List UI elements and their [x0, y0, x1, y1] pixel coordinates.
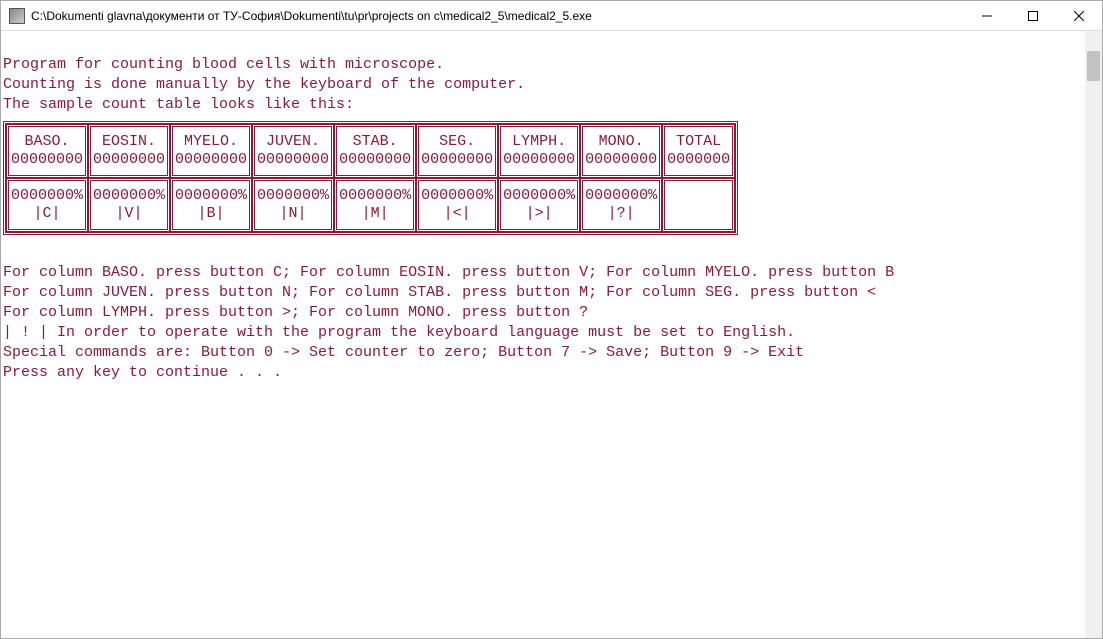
col-header-stab: STAB. 00000000	[334, 124, 416, 178]
key-hint: |C|	[11, 205, 83, 223]
key-hint: |<|	[421, 205, 493, 223]
scrollbar-thumb[interactable]	[1087, 51, 1100, 81]
header-label: LYMPH.	[503, 133, 575, 151]
maximize-button[interactable]	[1010, 1, 1056, 31]
percent-value: 0000000%	[175, 187, 247, 205]
percent-value: 0000000%	[339, 187, 411, 205]
col-header-seg: SEG. 00000000	[416, 124, 498, 178]
col-percent-stab: 0000000% |M|	[334, 178, 416, 232]
table-header-row: BASO. 00000000 EOSIN. 00000000 MYELO. 00…	[6, 124, 735, 178]
count-value: 00000000	[93, 151, 165, 169]
col-header-juven: JUVEN. 00000000	[252, 124, 334, 178]
percent-value: 0000000%	[585, 187, 657, 205]
key-hint: |N|	[257, 205, 329, 223]
key-hint: |>|	[503, 205, 575, 223]
header-label: EOSIN.	[93, 133, 165, 151]
key-hint: |V|	[93, 205, 165, 223]
count-value: 00000000	[503, 151, 575, 169]
key-hint: |?|	[585, 205, 657, 223]
header-label: BASO.	[11, 133, 83, 151]
help-text: For column BASO. press button C; For col…	[1, 239, 1102, 387]
header-label: TOTAL	[667, 133, 730, 151]
titlebar: C:\Dokumenti glavna\документи от ТУ-Софи…	[1, 1, 1102, 31]
col-header-total: TOTAL 0000000	[662, 124, 735, 178]
client-area: Program for counting blood cells with mi…	[1, 31, 1102, 638]
help-line-6: Press any key to continue . . .	[3, 364, 282, 381]
app-window: C:\Dokumenti glavna\документи от ТУ-Софи…	[0, 0, 1103, 639]
help-line-5: Special commands are: Button 0 -> Set co…	[3, 344, 804, 361]
percent-value: 0000000%	[503, 187, 575, 205]
header-label: STAB.	[339, 133, 411, 151]
col-header-mono: MONO. 00000000	[580, 124, 662, 178]
col-percent-eosin: 0000000% |V|	[88, 178, 170, 232]
count-value: 00000000	[257, 151, 329, 169]
col-percent-baso: 0000000% |C|	[6, 178, 88, 232]
header-label: SEG.	[421, 133, 493, 151]
close-icon	[1074, 11, 1084, 21]
help-line-4: | ! | In order to operate with the progr…	[3, 324, 795, 341]
col-header-eosin: EOSIN. 00000000	[88, 124, 170, 178]
intro-line-3: The sample count table looks like this:	[3, 96, 354, 113]
count-table: BASO. 00000000 EOSIN. 00000000 MYELO. 00…	[3, 121, 738, 235]
percent-value: 0000000%	[257, 187, 329, 205]
window-title: C:\Dokumenti glavna\документи от ТУ-Софи…	[31, 9, 964, 23]
intro-line-1: Program for counting blood cells with mi…	[3, 56, 444, 73]
percent-value: 0000000%	[93, 187, 165, 205]
help-line-1: For column BASO. press button C; For col…	[3, 264, 894, 281]
app-icon	[9, 8, 25, 24]
close-button[interactable]	[1056, 1, 1102, 31]
col-percent-seg: 0000000% |<|	[416, 178, 498, 232]
vertical-scrollbar[interactable]	[1085, 31, 1102, 638]
count-value: 0000000	[667, 151, 730, 169]
console-output: Program for counting blood cells with mi…	[1, 31, 1102, 119]
percent-value: 0000000%	[421, 187, 493, 205]
col-percent-myelo: 0000000% |B|	[170, 178, 252, 232]
col-header-myelo: MYELO. 00000000	[170, 124, 252, 178]
key-hint: |B|	[175, 205, 247, 223]
maximize-icon	[1028, 11, 1038, 21]
percent-value: 0000000%	[11, 187, 83, 205]
header-label: MYELO.	[175, 133, 247, 151]
col-percent-juven: 0000000% |N|	[252, 178, 334, 232]
col-header-lymph: LYMPH. 00000000	[498, 124, 580, 178]
col-percent-mono: 0000000% |?|	[580, 178, 662, 232]
count-value: 00000000	[339, 151, 411, 169]
help-line-3: For column LYMPH. press button >; For co…	[3, 304, 588, 321]
intro-line-2: Counting is done manually by the keyboar…	[3, 76, 525, 93]
table-percent-row: 0000000% |C| 0000000% |V| 0000000% |B| 0…	[6, 178, 735, 232]
help-line-2: For column JUVEN. press button N; For co…	[3, 284, 876, 301]
count-value: 00000000	[11, 151, 83, 169]
count-value: 00000000	[585, 151, 657, 169]
col-percent-lymph: 0000000% |>|	[498, 178, 580, 232]
count-value: 00000000	[421, 151, 493, 169]
col-percent-total-empty	[662, 178, 735, 232]
col-header-baso: BASO. 00000000	[6, 124, 88, 178]
minimize-button[interactable]	[964, 1, 1010, 31]
header-label: MONO.	[585, 133, 657, 151]
minimize-icon	[982, 11, 992, 21]
key-hint: |M|	[339, 205, 411, 223]
header-label: JUVEN.	[257, 133, 329, 151]
count-value: 00000000	[175, 151, 247, 169]
